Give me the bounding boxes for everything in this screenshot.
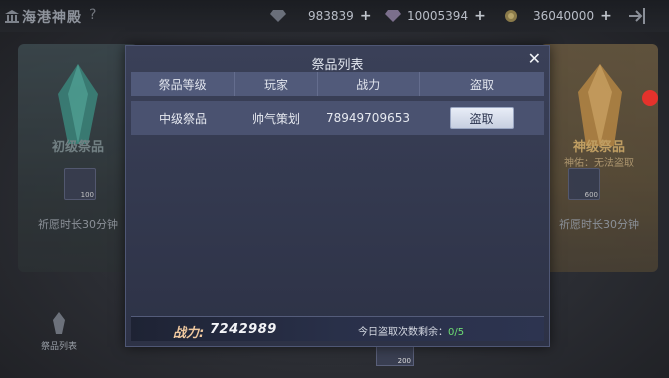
column-header-level: 祭品等级 [131,72,236,96]
temple-icon [5,10,19,23]
chest-count: 200 [397,357,411,365]
resource-gold: 36040000 + [505,8,612,24]
resource-value: 10005394 [407,9,469,23]
add-gold-button[interactable]: + [600,8,612,24]
row-player: 帅气策划 [251,111,300,126]
dialog-footer: 战力: 7242989 今日盗取次数剩余：0/5 [131,316,544,341]
crystal-icon [385,10,401,22]
top-bar: 海港神殿 ? 983839 + 10005394 + 36040000 + [0,0,669,32]
resource-value: 36040000 [533,9,595,23]
row-power: 78949709653 [326,111,410,125]
resource-crystal: 10005394 + [385,8,486,24]
close-button[interactable]: ✕ [528,49,541,68]
power-label: 战力: [173,326,205,341]
add-diamond-button[interactable]: + [360,8,372,24]
column-header-player: 玩家 [235,72,318,96]
offering-card-basic[interactable]: 初级祭品 100 祈愿时长30分钟 [18,44,138,272]
chest-icon: 600 [568,168,600,200]
attempts-label: 今日盗取次数剩余： [358,327,448,338]
card-name: 神级祭品 [572,140,625,155]
chest-count: 100 [80,191,94,199]
power-value: 7242989 [210,322,277,337]
chest-count: 600 [584,191,598,199]
offering-list-dialog: 祭品列表 ✕ 祭品等级 玩家 战力 盗取 中级祭品 帅气策划 789497096… [125,45,550,347]
column-header-power: 战力 [318,72,420,96]
exit-icon[interactable] [627,6,649,26]
diamond-icon [270,10,286,22]
row-level: 中级祭品 [158,111,207,126]
column-header-steal: 盗取 [469,77,494,92]
card-time: 祈愿时长30分钟 [38,218,118,231]
card-time: 祈愿时长30分钟 [559,218,639,231]
card-note: 神佑：无法盗取 [564,158,634,169]
table-header: 祭品等级 玩家 战力 盗取 [131,72,544,96]
chest-icon: 100 [64,168,96,200]
steal-button[interactable]: 盗取 [449,107,514,129]
gold-coin-icon [505,10,517,22]
add-crystal-button[interactable]: + [474,8,486,24]
resource-value: 983839 [308,9,354,23]
dialog-title: 祭品列表 [311,58,364,73]
offering-list-label: 祭品列表 [40,342,77,352]
offering-list-button[interactable]: 祭品列表 [36,312,82,352]
resource-diamond: 983839 + [270,8,372,24]
offering-card-divine[interactable]: 神级祭品 神佑：无法盗取 600 祈愿时长30分钟 [540,44,658,272]
attempts-value: 0/5 [448,327,465,338]
notification-badge[interactable] [642,90,658,106]
crystal-shard-icon [53,312,65,334]
help-icon[interactable]: ? [89,7,96,23]
row-action-cell: 盗取 [419,101,544,135]
page-title: 海港神殿 [22,10,82,26]
table-row: 中级祭品 帅气策划 78949709653 盗取 [131,101,544,135]
steal-attempts: 今日盗取次数剩余：0/5 [358,323,464,338]
card-name: 初级祭品 [51,140,104,155]
